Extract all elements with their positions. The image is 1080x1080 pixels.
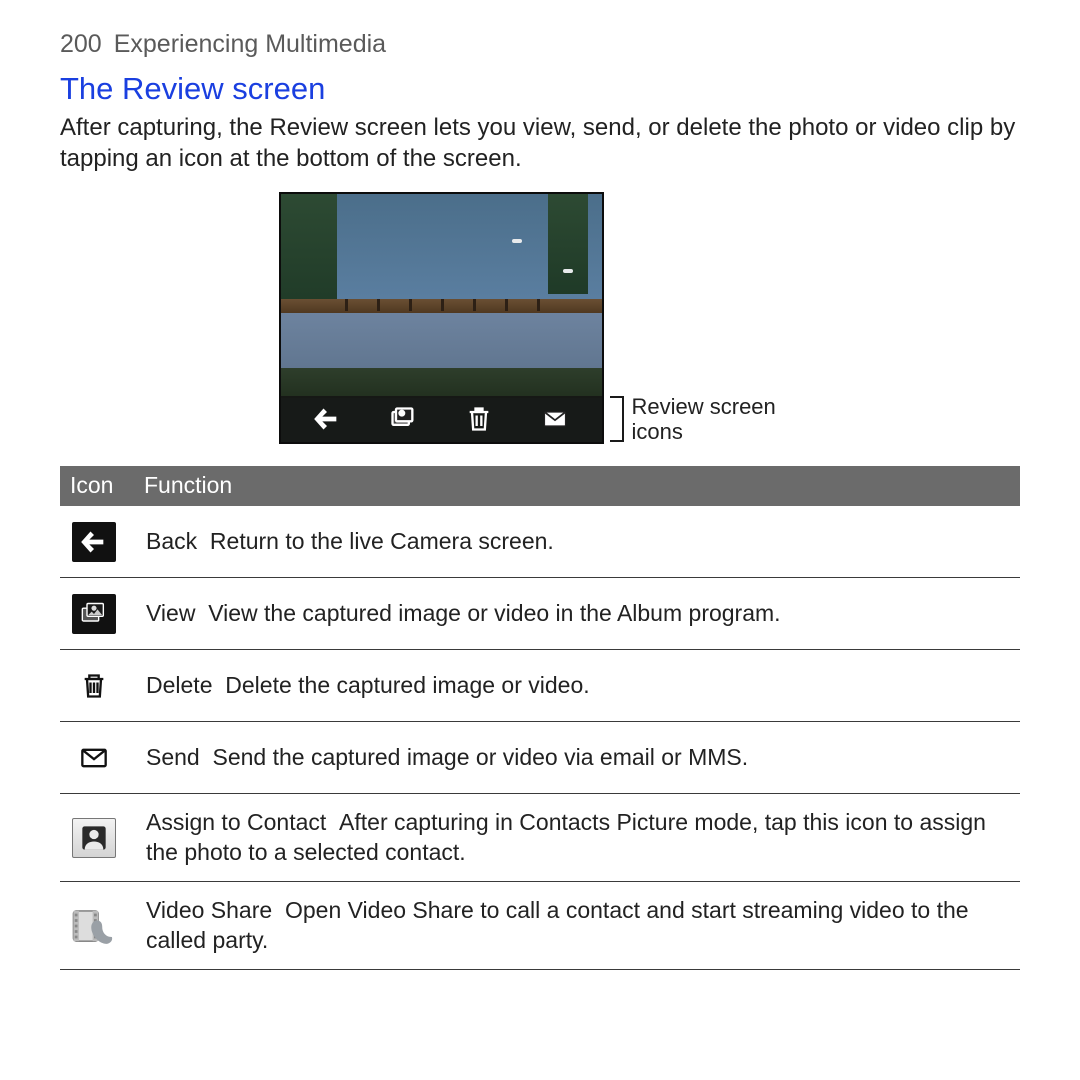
send-icon <box>72 738 116 778</box>
icon-function-table: Icon Function Back Return to the live Ca… <box>60 466 1020 970</box>
section-body: After capturing, the Review screen lets … <box>60 113 1020 174</box>
function-name: Send <box>146 744 200 770</box>
row-function: View View the captured image or video in… <box>146 599 1014 628</box>
back-icon[interactable] <box>313 405 341 433</box>
function-name: Video Share <box>146 897 272 923</box>
function-desc: Send the captured image or video via ema… <box>213 744 749 770</box>
table-row: View View the captured image or video in… <box>60 578 1020 650</box>
shore <box>281 368 602 398</box>
view-icon[interactable] <box>389 405 417 433</box>
row-function: Assign to Contact After capturing in Con… <box>146 808 1014 867</box>
row-function: Send Send the captured image or video vi… <box>146 743 1014 772</box>
function-name: Delete <box>146 672 212 698</box>
function-desc: View the captured image or video in the … <box>208 600 780 626</box>
row-function: Back Return to the live Camera screen. <box>146 527 1014 556</box>
callout-bracket <box>610 396 624 442</box>
section-title: The Review screen <box>60 71 1020 107</box>
delete-icon[interactable] <box>465 405 493 433</box>
tree <box>281 194 337 313</box>
manual-page: 200 Experiencing Multimedia The Review sc… <box>0 0 1080 1080</box>
callout-label: Review screen icons <box>632 394 802 445</box>
chapter-title: Experiencing Multimedia <box>114 30 386 58</box>
row-function: Delete Delete the captured image or vide… <box>146 671 1014 700</box>
table-row: Delete Delete the captured image or vide… <box>60 650 1020 722</box>
table-row: Assign to Contact After capturing in Con… <box>60 794 1020 882</box>
function-name: Back <box>146 528 197 554</box>
function-desc: Return to the live Camera screen. <box>210 528 554 554</box>
table-row: Send Send the captured image or video vi… <box>60 722 1020 794</box>
function-name: View <box>146 600 195 626</box>
th-function: Function <box>144 472 1010 499</box>
table-header: Icon Function <box>60 466 1020 506</box>
back-icon <box>72 522 116 562</box>
tree <box>548 194 588 293</box>
view-icon <box>72 594 116 634</box>
function-name: Assign to Contact <box>146 809 326 835</box>
send-icon[interactable] <box>541 405 569 433</box>
table-row: Back Return to the live Camera screen. <box>60 506 1020 578</box>
th-icon: Icon <box>70 472 144 499</box>
figure: Review screen icons <box>279 192 802 444</box>
figure-row: Review screen icons <box>60 192 1020 444</box>
assign-contact-icon <box>72 818 116 858</box>
table-row: Video Share Open Video Share to call a c… <box>60 882 1020 970</box>
row-function: Video Share Open Video Share to call a c… <box>146 896 1014 955</box>
delete-icon <box>72 666 116 706</box>
review-icon-bar <box>281 396 602 442</box>
page-number: 200 <box>60 30 102 58</box>
figure-callout: Review screen icons <box>610 394 802 445</box>
running-header: 200 Experiencing Multimedia <box>60 30 1020 59</box>
video-share-icon <box>72 906 116 946</box>
review-screenshot <box>279 192 604 444</box>
function-desc: Delete the captured image or video. <box>225 672 589 698</box>
